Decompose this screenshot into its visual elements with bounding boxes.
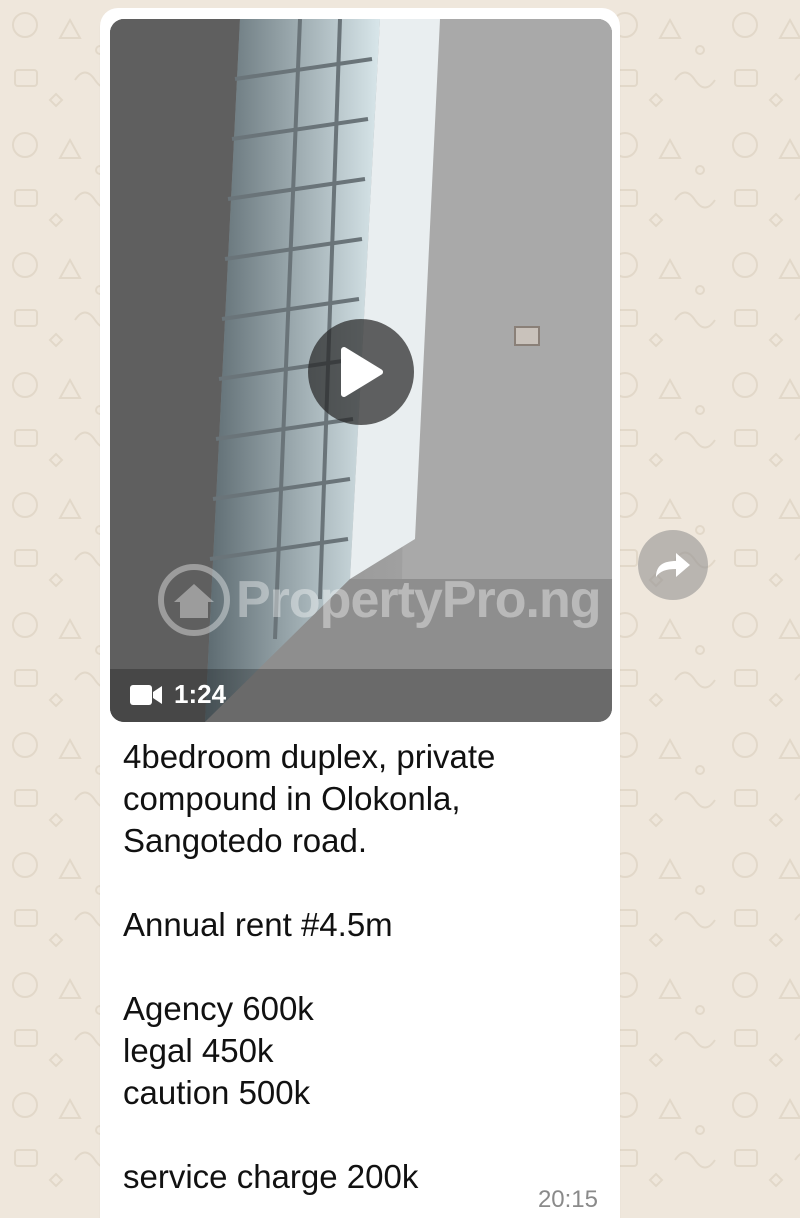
forward-icon [656,553,690,577]
video-thumbnail[interactable]: PropertyPro.ng 1:24 [110,19,612,722]
video-camera-icon [130,684,162,705]
forward-button[interactable] [638,530,708,600]
message-bubble: PropertyPro.ng 1:24 4bedroom duplex, pri… [100,8,620,1218]
caption-service-charge: service charge 200k [123,1158,419,1195]
caption-fees: Agency 600k legal 450k caution 500k [123,990,314,1111]
caption-rent: Annual rent #4.5m [123,906,393,943]
video-meta: 1:24 [130,679,226,710]
message-timestamp: 20:15 [537,1186,598,1213]
watermark-text: PropertyPro.ng [236,571,601,629]
video-duration: 1:24 [174,679,227,709]
message-caption: 4bedroom duplex, private compound in Olo… [123,736,593,1198]
play-icon [341,347,383,397]
watermark: PropertyPro.ng [158,564,601,636]
caption-listing: 4bedroom duplex, private compound in Olo… [123,738,496,859]
house-logo-icon [158,564,230,636]
play-button[interactable] [308,319,414,425]
